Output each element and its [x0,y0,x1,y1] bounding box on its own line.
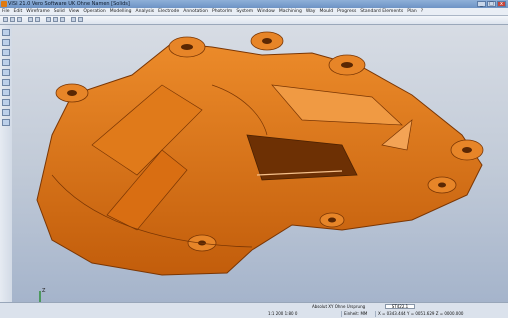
save-icon[interactable] [17,17,22,22]
status-divider [341,311,342,317]
maximize-button[interactable]: □ [487,1,496,7]
view-label: Absolut XY Ohne Ursprung [312,304,366,309]
boolean-icon[interactable] [2,119,10,126]
close-button[interactable]: x [497,1,506,7]
circle-icon[interactable] [2,69,10,76]
menu-analysis[interactable]: Analysis [134,9,157,14]
menu-window[interactable]: Window [255,9,277,14]
scale-readout: 1:1 200 1:80 0 [268,311,298,316]
boss-8-hole [328,217,336,223]
layer-field[interactable]: ST422.1 [385,304,415,309]
select-icon[interactable] [2,29,10,36]
undo-icon[interactable] [28,17,33,22]
point-icon[interactable] [2,39,10,46]
main-toolbar [0,16,508,25]
revolve-icon[interactable] [2,109,10,116]
open-folder-icon[interactable] [10,17,15,22]
menu-help[interactable]: ? [419,9,425,14]
boss-2-hole [262,38,272,44]
new-file-icon[interactable] [3,17,8,22]
app-icon [1,1,7,7]
title-bar: VISI 21.0 Vero Software UK Ohne Namen [S… [0,0,508,8]
menu-system[interactable]: System [234,9,255,14]
3d-viewport[interactable]: X Z Y [12,25,508,302]
menu-solid[interactable]: Solid [52,9,67,14]
line-icon[interactable] [2,49,10,56]
boss-6-hole [438,182,446,188]
status-bar: Absolut XY Ohne Ursprung ST422.1 1:1 200… [0,302,508,318]
menu-file[interactable]: File [0,9,12,14]
menu-photorlm[interactable]: Photorlm [210,9,234,14]
menu-standard-elements[interactable]: Standard Elements [358,9,405,14]
menu-wireframe[interactable]: Wireframe [24,9,51,14]
part-model[interactable] [12,25,508,302]
units-readout: Einheit: MM [344,311,368,316]
axis-triad: X Z Y [39,288,46,302]
arc-icon[interactable] [2,59,10,66]
boss-1-hole [181,44,193,50]
boss-4-hole [67,90,77,96]
menu-bar: File Edit Wireframe Solid View Operation… [0,8,508,16]
wireframe-icon[interactable] [78,17,83,22]
redo-icon[interactable] [35,17,40,22]
shade-icon[interactable] [71,17,76,22]
menu-annotation[interactable]: Annotation [181,9,210,14]
z-axis-label: Z [42,288,46,294]
extrude-icon[interactable] [2,99,10,106]
pan-icon[interactable] [53,17,58,22]
status-divider [375,311,376,317]
menu-plan[interactable]: Plan [405,9,419,14]
boss-3-hole [341,62,353,68]
menu-edit[interactable]: Edit [12,9,25,14]
spline-icon[interactable] [2,89,10,96]
rectangle-icon[interactable] [2,79,10,86]
menu-electrode[interactable]: Electrode [156,9,181,14]
rotate-icon[interactable] [60,17,65,22]
minimize-button[interactable]: _ [477,1,486,7]
window-title: VISI 21.0 Vero Software UK Ohne Namen [S… [8,1,130,7]
menu-progress[interactable]: Progress [335,9,358,14]
menu-way[interactable]: Way [304,9,318,14]
menu-modelling[interactable]: Modelling [108,9,134,14]
menu-mould[interactable]: Mould [317,9,335,14]
window-controls: _ □ x [477,1,506,7]
menu-view[interactable]: View [67,9,82,14]
menu-machining[interactable]: Machining [277,9,304,14]
zoom-icon[interactable] [46,17,51,22]
menu-operation[interactable]: Operation [81,9,107,14]
coordinates-readout: X = 0343.444 Y = 0051.629 Z = 0000.000 [378,311,464,316]
boss-5-hole [462,147,472,153]
